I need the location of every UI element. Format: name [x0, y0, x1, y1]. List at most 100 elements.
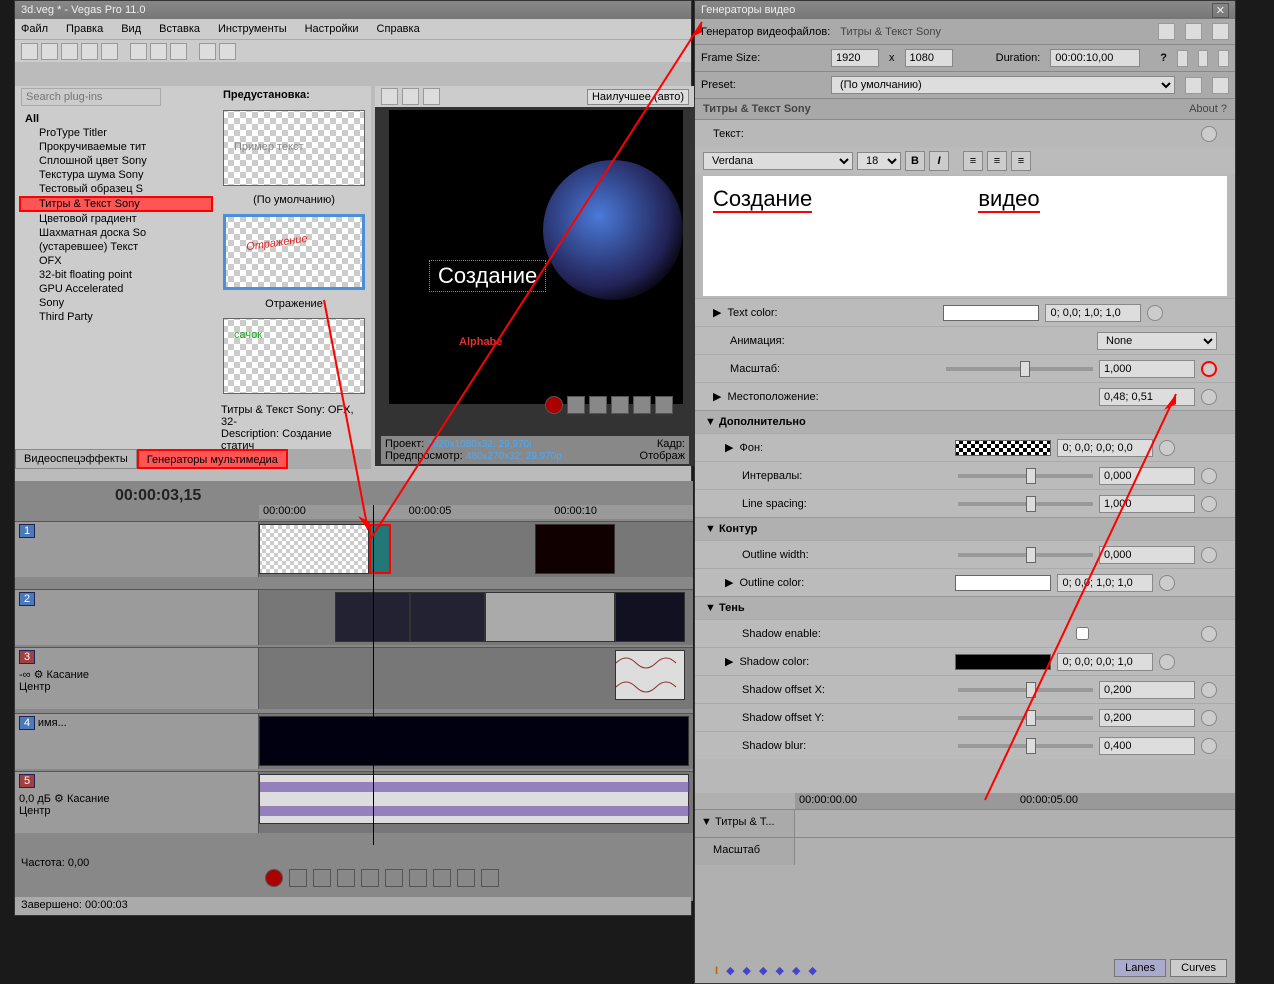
redo-icon[interactable]	[219, 43, 236, 60]
view-icon[interactable]	[1158, 23, 1175, 40]
play-icon[interactable]	[337, 869, 355, 887]
slider[interactable]	[958, 688, 1093, 692]
tree-item[interactable]: (устаревшее) Текст	[19, 240, 213, 254]
clip-stars[interactable]	[259, 716, 689, 766]
save-preset-icon[interactable]	[1185, 77, 1202, 94]
preset-thumb-reflection[interactable]: Отражение	[223, 214, 365, 290]
preview-btn[interactable]	[423, 88, 440, 105]
color-swatch[interactable]	[955, 575, 1051, 591]
new-icon[interactable]	[21, 43, 38, 60]
section-outline[interactable]: ▼ Контур	[695, 517, 1235, 540]
preset-dropdown[interactable]: (По умолчанию)	[831, 76, 1175, 94]
track-header[interactable]: 4 имя...	[15, 714, 259, 769]
plugin-tree[interactable]: All ProType Titler Прокручиваемые тит Сп…	[15, 108, 217, 328]
save-icon[interactable]	[61, 43, 78, 60]
align-center-icon[interactable]: ≡	[987, 151, 1007, 171]
slider[interactable]	[958, 474, 1093, 478]
keyframe-icon[interactable]	[1201, 468, 1217, 484]
tree-item[interactable]: Цветовой градиент	[19, 212, 213, 226]
keyframe-icon[interactable]	[1201, 626, 1217, 642]
loop-icon[interactable]	[289, 869, 307, 887]
expand-icon[interactable]: ▶	[725, 441, 733, 454]
kf-add-icon[interactable]: ◆	[759, 964, 767, 977]
preview-btn[interactable]	[402, 88, 419, 105]
options-icon[interactable]	[1218, 50, 1229, 67]
tree-root[interactable]: All	[19, 112, 213, 126]
keyframe-icon[interactable]	[1201, 710, 1217, 726]
text-editor[interactable]: Создание видео	[703, 176, 1227, 296]
font-dropdown[interactable]: Verdana	[703, 152, 853, 170]
chain-icon[interactable]	[1177, 50, 1188, 67]
bold-icon[interactable]: B	[905, 151, 925, 171]
value-input[interactable]	[1057, 653, 1153, 671]
keyframe-icon-active[interactable]	[1201, 361, 1217, 377]
editor-word2[interactable]: видео	[978, 186, 1039, 213]
tree-item-selected[interactable]: Титры & Текст Sony	[19, 196, 213, 212]
stop-icon[interactable]	[385, 869, 403, 887]
tree-item[interactable]: 32-bit floating point	[19, 268, 213, 282]
cursor-icon[interactable]: I	[715, 965, 718, 977]
keyframe-icon[interactable]	[1201, 738, 1217, 754]
timecode-display[interactable]: 00:00:03,15	[115, 487, 201, 505]
preview-btn[interactable]	[381, 88, 398, 105]
keyframe-icon[interactable]	[1159, 654, 1175, 670]
pause-icon[interactable]	[361, 869, 379, 887]
track-header[interactable]: 3 -∞ ⚙ Касание Центр	[15, 648, 259, 709]
keyframe-icon[interactable]	[1201, 496, 1217, 512]
animation-dropdown[interactable]: None	[1097, 332, 1217, 350]
value-input[interactable]	[1045, 304, 1141, 322]
value-input[interactable]	[1099, 360, 1195, 378]
next-icon[interactable]	[481, 869, 499, 887]
kf-ruler[interactable]: 00:00:00.00 00:00:05.00	[795, 793, 1235, 809]
value-input[interactable]	[1099, 495, 1195, 513]
paste-icon[interactable]	[170, 43, 187, 60]
tree-item[interactable]: ProType Titler	[19, 126, 213, 140]
keyframe-icon[interactable]	[1159, 575, 1175, 591]
kf-next-icon[interactable]: ◆	[792, 964, 800, 977]
tree-item[interactable]: Сплошной цвет Sony	[19, 154, 213, 168]
editor-word1[interactable]: Создание	[713, 186, 812, 213]
curves-button[interactable]: Curves	[1170, 959, 1227, 977]
slider[interactable]	[958, 502, 1093, 506]
frame-width-input[interactable]	[831, 49, 879, 67]
tree-item[interactable]: Прокручиваемые тит	[19, 140, 213, 154]
value-input[interactable]	[1099, 388, 1195, 406]
menu-tools[interactable]: Инструменты	[218, 23, 287, 35]
open-icon[interactable]	[41, 43, 58, 60]
menu-file[interactable]: Файл	[21, 23, 48, 35]
preset-thumb-default[interactable]: Пример текст	[223, 110, 365, 186]
tree-item[interactable]: Third Party	[19, 310, 213, 324]
clip[interactable]	[615, 592, 685, 642]
expand-icon[interactable]: ▶	[725, 576, 733, 589]
align-left-icon[interactable]: ≡	[963, 151, 983, 171]
tree-item[interactable]: GPU Accelerated	[19, 282, 213, 296]
help-icon[interactable]: ?	[1160, 52, 1167, 64]
kf-prev-icon[interactable]: ◆	[743, 964, 751, 977]
section-shadow[interactable]: ▼ Тень	[695, 596, 1235, 619]
slider[interactable]	[958, 744, 1093, 748]
audio-clip[interactable]	[259, 774, 689, 824]
save-icon[interactable]	[1198, 50, 1209, 67]
keyframe-icon[interactable]	[1147, 305, 1163, 321]
track-1[interactable]: 1	[15, 521, 693, 577]
track-5[interactable]: 5 0,0 дБ ⚙ Касание Центр	[15, 771, 693, 833]
stop-icon[interactable]	[655, 396, 673, 414]
align-right-icon[interactable]: ≡	[1011, 151, 1031, 171]
kf-last-icon[interactable]: ◆	[808, 964, 816, 977]
track-2[interactable]: 2	[15, 589, 693, 645]
goto-end-icon[interactable]	[433, 869, 451, 887]
track-3[interactable]: 3 -∞ ⚙ Касание Центр	[15, 647, 693, 709]
slider[interactable]	[958, 716, 1093, 720]
menu-insert[interactable]: Вставка	[159, 23, 200, 35]
copy-icon[interactable]	[150, 43, 167, 60]
tree-item[interactable]: Текстура шума Sony	[19, 168, 213, 182]
value-input[interactable]	[1099, 467, 1195, 485]
goto-start-icon[interactable]	[409, 869, 427, 887]
record-icon[interactable]	[265, 869, 283, 887]
frame-height-input[interactable]	[905, 49, 953, 67]
preview-text[interactable]: Создание	[429, 260, 546, 292]
keyframe-icon[interactable]	[1201, 126, 1217, 142]
tree-item[interactable]: Шахматная доска So	[19, 226, 213, 240]
track-header[interactable]: 1	[15, 522, 259, 577]
clip-globe2[interactable]	[410, 592, 485, 642]
